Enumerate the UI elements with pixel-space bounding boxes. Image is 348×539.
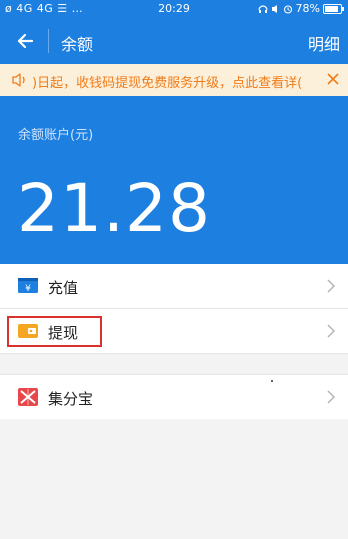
chevron-right-icon — [327, 390, 336, 404]
menu-item-label: 充值 — [48, 279, 79, 297]
title-divider — [48, 29, 49, 53]
balance-amount: 21.28 — [17, 170, 211, 247]
svg-text:¥: ¥ — [25, 284, 31, 294]
battery-icon — [323, 3, 344, 14]
balance-card: 余额账户(元) 21.28 — [0, 96, 348, 264]
menu-list-2: 集分宝 — [0, 375, 348, 419]
withdraw-highlight-box — [7, 316, 102, 347]
battery-percent: 78% — [295, 2, 320, 15]
back-arrow-icon[interactable] — [12, 27, 40, 55]
status-bar: ø 4G 4G ☰ … 20:29 78% — [0, 0, 348, 18]
title-bar: 余额 明细 — [0, 18, 348, 64]
section-divider — [0, 353, 348, 375]
headset-icon — [257, 4, 268, 13]
topup-card-icon: ¥ — [18, 278, 38, 294]
menu-item-topup[interactable]: ¥ 充值 — [0, 264, 348, 308]
speaker-icon — [12, 73, 25, 87]
close-icon[interactable] — [325, 71, 341, 87]
page-title: 余额 — [61, 35, 94, 54]
detail-button[interactable]: 明细 — [308, 31, 340, 55]
stray-dot — [271, 380, 273, 382]
notice-text: )日起，收钱码提现免费服务升级，点此查看详( — [32, 76, 303, 91]
status-right: 78% — [257, 2, 344, 15]
menu-item-jifenbao[interactable]: 集分宝 — [0, 375, 348, 419]
chevron-right-icon — [327, 279, 336, 293]
mute-icon — [271, 4, 277, 13]
notice-banner[interactable]: )日起，收钱码提现免费服务升级，点此查看详( — [0, 64, 348, 96]
alarm-icon — [283, 4, 292, 14]
chevron-right-icon — [327, 324, 336, 338]
balance-label: 余额账户(元) — [18, 128, 94, 143]
menu-item-label: 集分宝 — [48, 390, 94, 408]
jifenbao-icon — [18, 388, 38, 406]
